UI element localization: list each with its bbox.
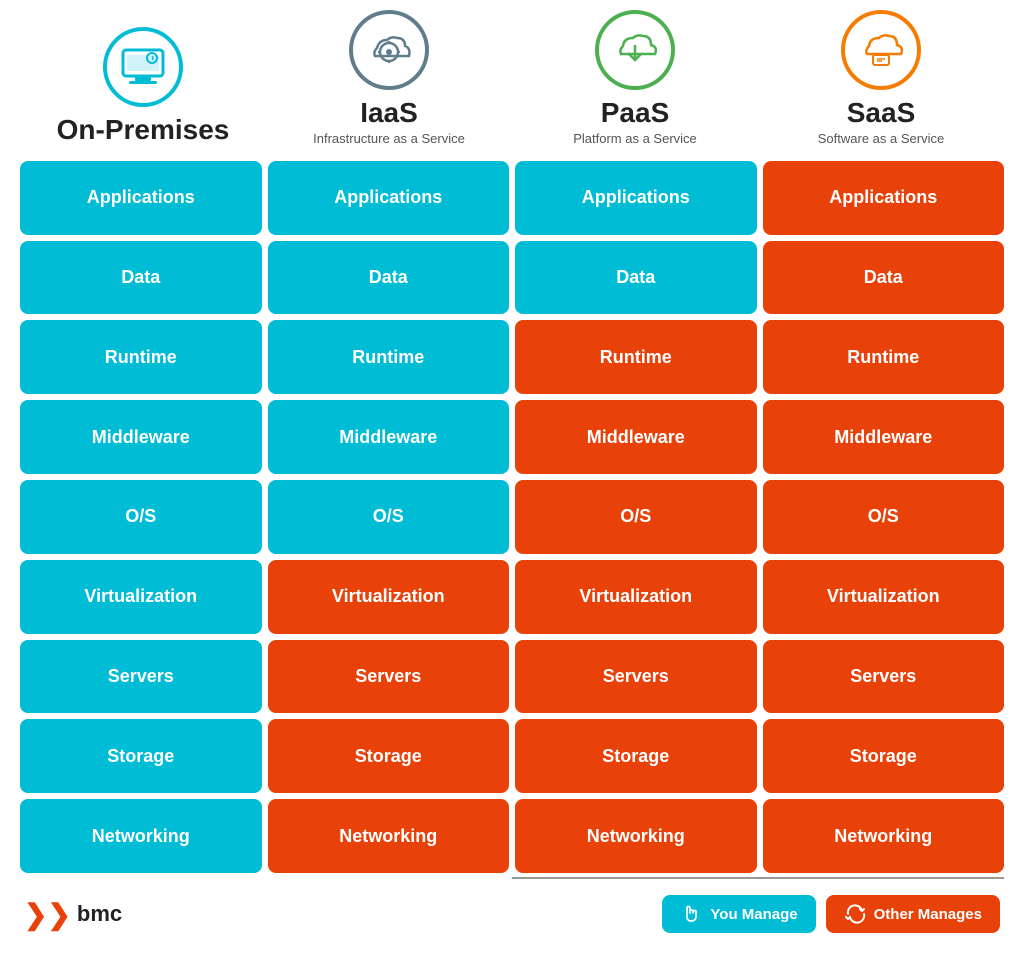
bmc-chevron-icon: ❯❯ bbox=[24, 898, 71, 931]
grid-row-1: DataDataDataData bbox=[20, 241, 1004, 315]
header-row: On-Premises IaaS Infrastructure as a Ser… bbox=[20, 10, 1004, 151]
comparison-grid: ApplicationsApplicationsApplicationsAppl… bbox=[20, 161, 1004, 873]
you-manage-label: You Manage bbox=[710, 906, 797, 923]
grid-row-4: O/SO/SO/SO/S bbox=[20, 480, 1004, 554]
legend-you-manage: You Manage bbox=[662, 895, 815, 933]
other-manages-label: Other Manages bbox=[874, 906, 982, 923]
saas-icon-circle bbox=[841, 10, 921, 90]
grid-row-2: RuntimeRuntimeRuntimeRuntime bbox=[20, 320, 1004, 394]
iaas-title: IaaS bbox=[360, 98, 418, 129]
grid-cell-6-0: Servers bbox=[20, 640, 262, 714]
grid-cell-6-1: Servers bbox=[268, 640, 510, 714]
divider-area bbox=[20, 877, 1004, 881]
grid-cell-7-3: Storage bbox=[763, 719, 1005, 793]
grid-cell-7-1: Storage bbox=[268, 719, 510, 793]
grid-cell-1-0: Data bbox=[20, 241, 262, 315]
grid-cell-7-0: Storage bbox=[20, 719, 262, 793]
grid-cell-1-1: Data bbox=[268, 241, 510, 315]
grid-row-8: NetworkingNetworkingNetworkingNetworking bbox=[20, 799, 1004, 873]
grid-cell-0-2: Applications bbox=[515, 161, 757, 235]
grid-cell-5-1: Virtualization bbox=[268, 560, 510, 634]
grid-cell-4-2: O/S bbox=[515, 480, 757, 554]
grid-cell-0-1: Applications bbox=[268, 161, 510, 235]
grid-cell-8-3: Networking bbox=[763, 799, 1005, 873]
iaas-icon-circle bbox=[349, 10, 429, 90]
grid-cell-4-1: O/S bbox=[268, 480, 510, 554]
grid-cell-5-2: Virtualization bbox=[515, 560, 757, 634]
grid-cell-0-3: Applications bbox=[763, 161, 1005, 235]
grid-cell-4-3: O/S bbox=[763, 480, 1005, 554]
legend-other-manages: Other Manages bbox=[826, 895, 1000, 933]
legend: You Manage Other Manages bbox=[662, 895, 1000, 933]
grid-cell-3-1: Middleware bbox=[268, 400, 510, 474]
divider-line bbox=[512, 877, 1004, 879]
bmc-logo: ❯❯ bmc bbox=[24, 898, 122, 931]
paas-subtitle: Platform as a Service bbox=[573, 131, 697, 146]
grid-cell-2-0: Runtime bbox=[20, 320, 262, 394]
paas-icon-circle bbox=[595, 10, 675, 90]
grid-row-7: StorageStorageStorageStorage bbox=[20, 719, 1004, 793]
grid-row-6: ServersServersServersServers bbox=[20, 640, 1004, 714]
footer: ❯❯ bmc You Manage bbox=[20, 895, 1004, 933]
grid-cell-1-3: Data bbox=[763, 241, 1005, 315]
grid-cell-8-2: Networking bbox=[515, 799, 757, 873]
grid-cell-8-0: Networking bbox=[20, 799, 262, 873]
grid-cell-3-2: Middleware bbox=[515, 400, 757, 474]
grid-cell-7-2: Storage bbox=[515, 719, 757, 793]
header-on-premises: On-Premises bbox=[20, 27, 266, 146]
paas-title: PaaS bbox=[601, 98, 670, 129]
grid-cell-6-3: Servers bbox=[763, 640, 1005, 714]
grid-cell-8-1: Networking bbox=[268, 799, 510, 873]
grid-cell-5-0: Virtualization bbox=[20, 560, 262, 634]
header-iaas: IaaS Infrastructure as a Service bbox=[266, 10, 512, 146]
on-premises-icon-circle bbox=[103, 27, 183, 107]
iaas-subtitle: Infrastructure as a Service bbox=[313, 131, 465, 146]
grid-cell-3-3: Middleware bbox=[763, 400, 1005, 474]
saas-title: SaaS bbox=[847, 98, 916, 129]
grid-row-0: ApplicationsApplicationsApplicationsAppl… bbox=[20, 161, 1004, 235]
grid-cell-0-0: Applications bbox=[20, 161, 262, 235]
grid-cell-2-3: Runtime bbox=[763, 320, 1005, 394]
refresh-icon bbox=[844, 903, 866, 925]
on-premises-title: On-Premises bbox=[57, 115, 230, 146]
header-paas: PaaS Platform as a Service bbox=[512, 10, 758, 146]
grid-row-5: VirtualizationVirtualizationVirtualizati… bbox=[20, 560, 1004, 634]
saas-subtitle: Software as a Service bbox=[818, 131, 944, 146]
grid-cell-5-3: Virtualization bbox=[763, 560, 1005, 634]
bmc-brand-text: bmc bbox=[77, 901, 122, 927]
grid-cell-6-2: Servers bbox=[515, 640, 757, 714]
header-saas: SaaS Software as a Service bbox=[758, 10, 1004, 146]
main-container: On-Premises IaaS Infrastructure as a Ser… bbox=[0, 0, 1024, 953]
grid-cell-4-0: O/S bbox=[20, 480, 262, 554]
grid-row-3: MiddlewareMiddlewareMiddlewareMiddleware bbox=[20, 400, 1004, 474]
hand-icon bbox=[680, 903, 702, 925]
grid-cell-3-0: Middleware bbox=[20, 400, 262, 474]
grid-cell-2-2: Runtime bbox=[515, 320, 757, 394]
grid-cell-1-2: Data bbox=[515, 241, 757, 315]
grid-cell-2-1: Runtime bbox=[268, 320, 510, 394]
